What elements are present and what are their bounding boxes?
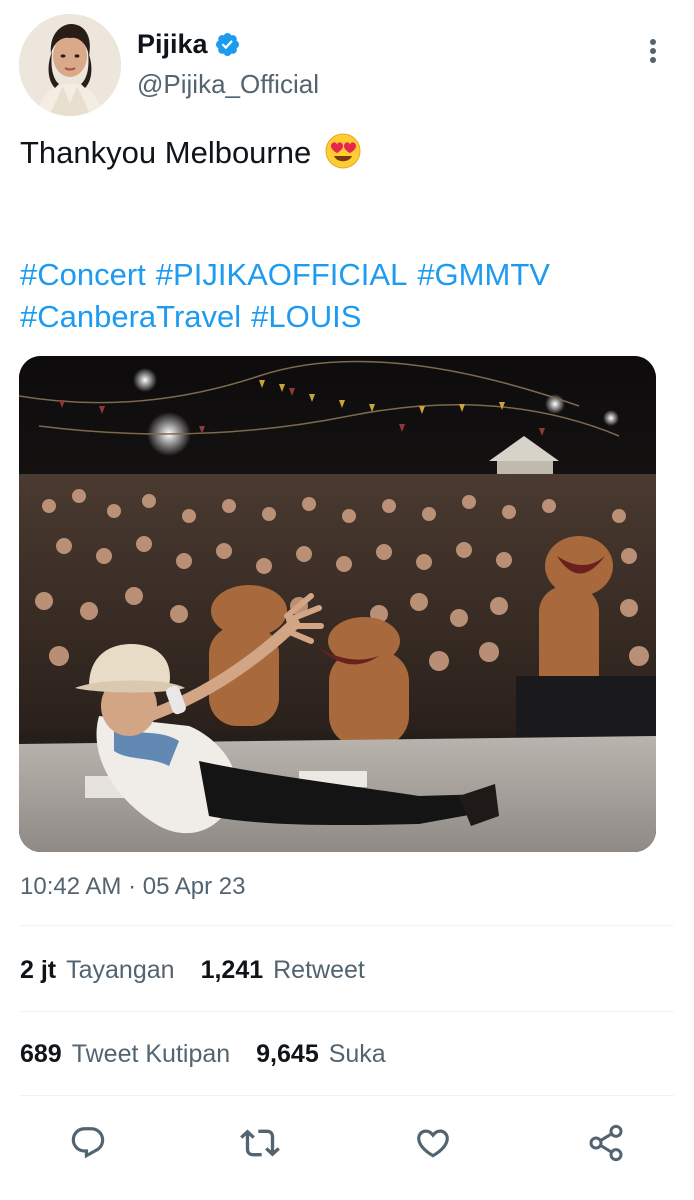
tweet-timestamp[interactable]: 10:42 AM · 05 Apr 23 [20,872,245,902]
share-icon [589,1124,623,1162]
hashtag-line-1: #Concert #PIJIKAOFFICIAL #GMMTV [20,254,670,296]
likes-label[interactable]: Suka [329,1038,386,1070]
hashtag-link[interactable]: #LOUIS [251,299,361,334]
like-button[interactable] [411,1121,455,1165]
tweet-text: Thankyou Melbourne [20,132,670,173]
retweets-count[interactable]: 1,241 [201,954,264,986]
stats-row-views-retweets: 2 jt Tayangan 1,241 Retweet [20,954,391,986]
heart-eyes-emoji-icon [324,132,362,170]
display-name-row: Pijika [137,28,319,60]
tweet-header: Pijika @Pijika_Official [0,0,694,120]
divider [20,925,674,926]
tweet-text-body: Thankyou Melbourne [20,135,312,170]
quotes-count[interactable]: 689 [20,1038,62,1070]
like-icon [417,1129,449,1158]
hashtag-link[interactable]: #PIJIKAOFFICIAL [156,257,408,292]
hashtag-link[interactable]: #Concert [20,257,146,292]
concert-selfie-photo [19,356,656,852]
views-label: Tayangan [66,956,175,984]
profile-photo [19,14,121,116]
tweet-media[interactable] [19,356,656,852]
hashtag-link[interactable]: #CanberaTravel [20,299,241,334]
reply-icon [71,1127,105,1159]
verified-badge-icon [214,31,241,58]
divider [20,1095,674,1096]
likes-count[interactable]: 9,645 [256,1038,319,1070]
views-count: 2 jt [20,956,57,984]
share-button[interactable] [584,1121,628,1165]
tweet-action-bar [0,1115,694,1175]
more-vertical-icon [650,39,656,63]
retweets-label[interactable]: Retweet [273,954,365,986]
more-options-button[interactable] [636,34,670,68]
author-info: Pijika @Pijika_Official [137,28,319,99]
hashtag-list: #Concert #PIJIKAOFFICIAL #GMMTV #CanberaTr… [20,254,670,338]
retweet-button[interactable] [238,1121,282,1165]
avatar[interactable] [19,14,121,116]
hashtag-link[interactable]: #GMMTV [417,257,550,292]
quotes-label[interactable]: Tweet Kutipan [72,1038,230,1070]
user-handle[interactable]: @Pijika_Official [137,69,319,99]
divider [20,1011,674,1012]
hashtag-line-2: #CanberaTravel #LOUIS [20,296,670,338]
reply-button[interactable] [66,1121,110,1165]
retweet-icon [240,1129,280,1157]
display-name[interactable]: Pijika [137,28,208,60]
stats-row-quotes-likes: 689 Tweet Kutipan 9,645 Suka [20,1038,412,1070]
